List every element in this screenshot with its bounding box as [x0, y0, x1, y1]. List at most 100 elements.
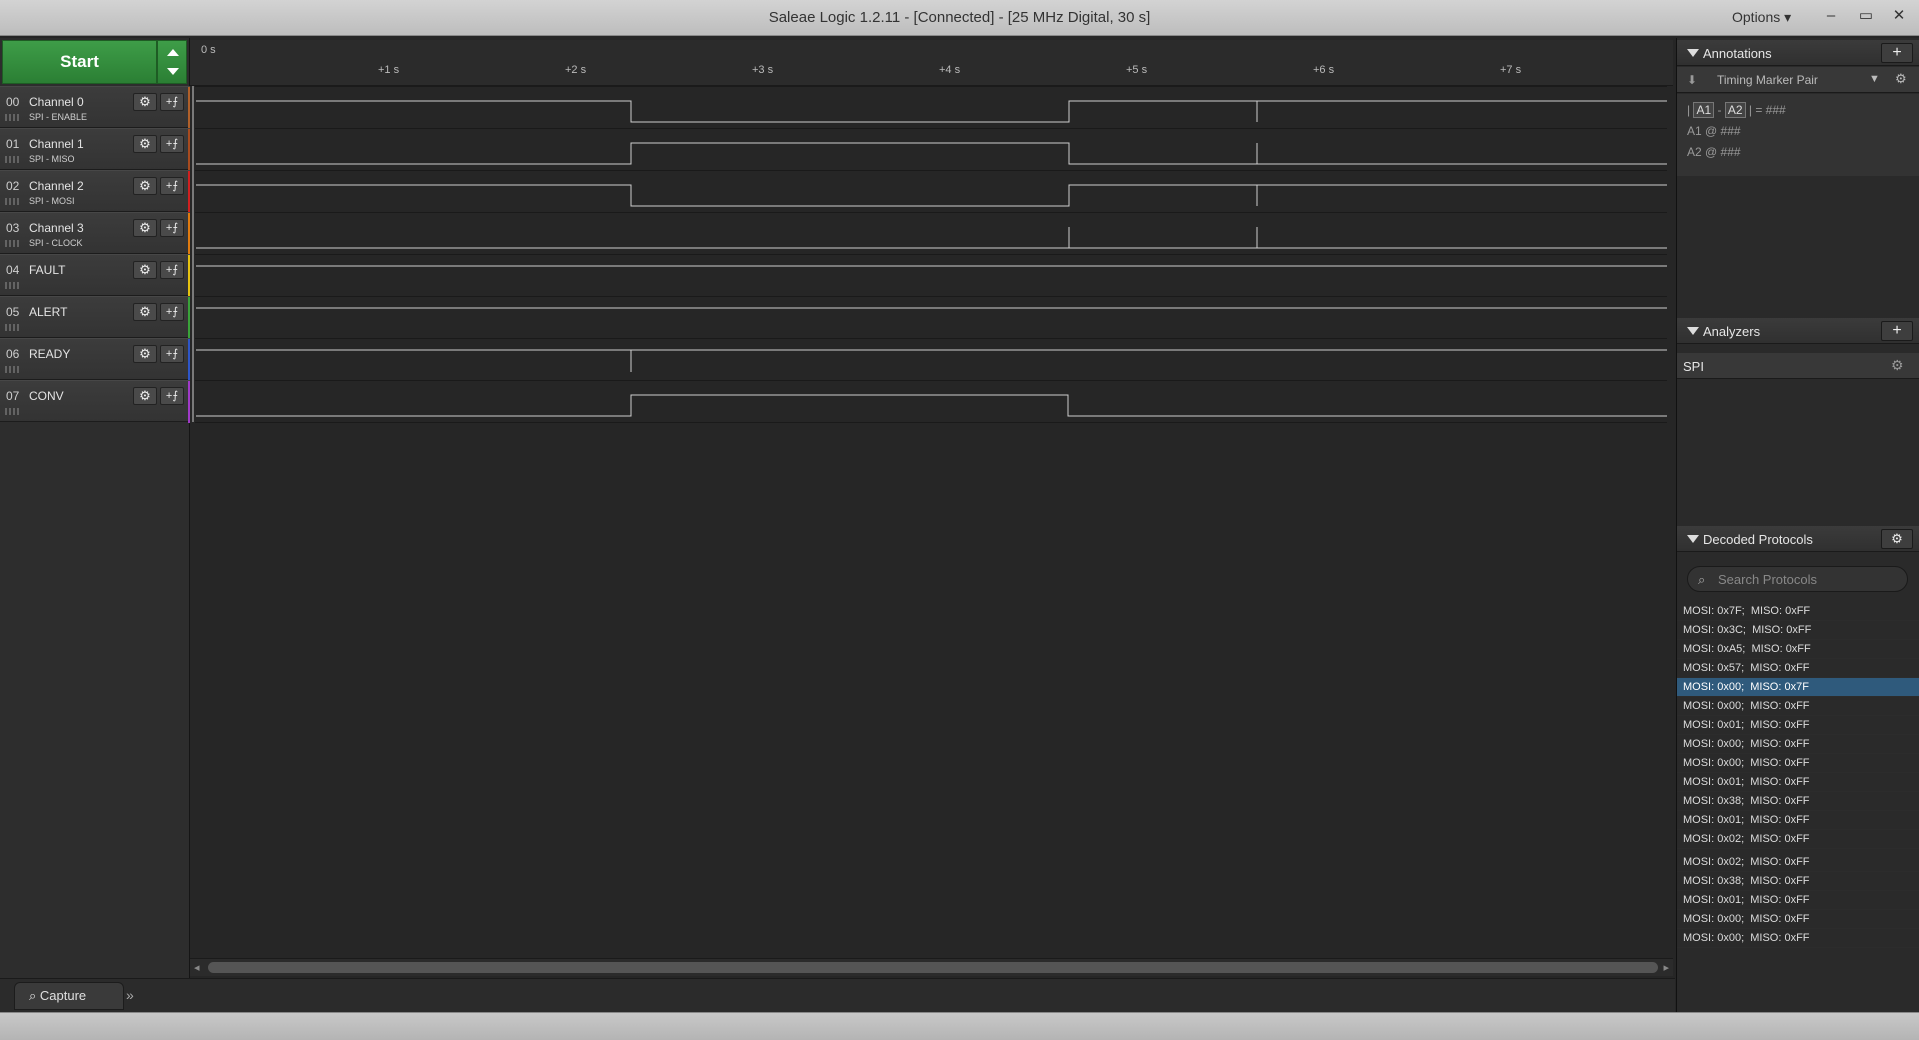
- annotations-header[interactable]: Annotations +: [1677, 40, 1919, 66]
- channel-name[interactable]: ALERT: [29, 305, 67, 319]
- gear-icon[interactable]: ⚙: [133, 219, 157, 237]
- scrollbar-thumb[interactable]: [208, 962, 1658, 973]
- decoded-protocol-row[interactable]: MOSI: 0x00; MISO: 0xFF: [1677, 735, 1919, 754]
- search-protocols-box[interactable]: ⌕: [1687, 566, 1908, 592]
- horizontal-scrollbar[interactable]: ◂ ▸: [190, 958, 1673, 976]
- decoded-protocol-row[interactable]: MOSI: 0x3C; MISO: 0xFF: [1677, 621, 1919, 640]
- drag-handle-icon[interactable]: [5, 240, 19, 247]
- decoded-protocol-row[interactable]: MOSI: 0x02; MISO: 0xFF: [1677, 853, 1919, 872]
- drag-handle-icon[interactable]: [5, 282, 19, 289]
- collapse-triangle-icon[interactable]: [1687, 49, 1699, 57]
- scroll-left-icon[interactable]: ◂: [194, 961, 200, 974]
- waveform-canvas[interactable]: [190, 38, 1673, 958]
- add-analyzer-button[interactable]: +: [1881, 321, 1913, 341]
- waveform-trace: [196, 394, 1667, 417]
- search-input[interactable]: [1716, 570, 1901, 588]
- channel-name[interactable]: FAULT: [29, 263, 65, 277]
- scroll-right-icon[interactable]: ▸: [1663, 961, 1669, 974]
- analyzers-header[interactable]: Analyzers +: [1677, 318, 1919, 344]
- channel-subtitle: SPI - MOSI: [29, 196, 75, 206]
- decoded-protocol-row[interactable]: MOSI: 0xA5; MISO: 0xFF: [1677, 640, 1919, 659]
- decoded-protocol-row[interactable]: MOSI: 0x00; MISO: 0xFF: [1677, 754, 1919, 773]
- a2-marker[interactable]: A2: [1724, 102, 1746, 118]
- gear-icon[interactable]: ⚙: [133, 177, 157, 195]
- add-annotation-button[interactable]: +: [1881, 43, 1913, 63]
- more-tabs-icon[interactable]: »: [126, 987, 134, 1003]
- waveform-area[interactable]: 0 s +1 s +2 s +3 s +4 s +5 s +6 s +7 s: [190, 38, 1673, 958]
- channel-row[interactable]: 04 FAULT ⚙ +⨍: [0, 254, 194, 297]
- drag-handle-icon[interactable]: [5, 198, 19, 205]
- bottom-tab-bar: ⌕ Capture »: [0, 978, 1675, 1012]
- decoded-protocols-title: Decoded Protocols: [1703, 532, 1813, 547]
- maximize-button[interactable]: ▭: [1855, 6, 1877, 26]
- decoded-protocol-row[interactable]: MOSI: 0x00; MISO: 0xFF: [1677, 929, 1919, 948]
- channel-row[interactable]: 03 Channel 3 SPI - CLOCK ⚙ +⨍: [0, 212, 194, 255]
- channel-row[interactable]: 01 Channel 1 SPI - MISO ⚙ +⨍: [0, 128, 194, 171]
- trigger-icon[interactable]: +⨍: [160, 135, 184, 153]
- trigger-icon[interactable]: +⨍: [160, 345, 184, 363]
- a2-position: A2 @ ###: [1687, 145, 1741, 159]
- gear-icon[interactable]: ⚙: [133, 135, 157, 153]
- decoded-protocols-header[interactable]: Decoded Protocols ⚙: [1677, 526, 1919, 552]
- timing-marker-pair-row[interactable]: ⬇ Timing Marker Pair ▼ ⚙: [1677, 67, 1919, 93]
- options-menu[interactable]: Options ▾: [1732, 9, 1791, 26]
- gear-icon[interactable]: ⚙: [1891, 357, 1904, 374]
- trigger-icon[interactable]: +⨍: [160, 387, 184, 405]
- gear-icon[interactable]: ⚙: [1895, 71, 1907, 87]
- drag-handle-icon[interactable]: [5, 366, 19, 373]
- dropdown-icon[interactable]: ▼: [1869, 73, 1880, 85]
- gear-icon[interactable]: ⚙: [133, 303, 157, 321]
- trigger-icon[interactable]: +⨍: [160, 93, 184, 111]
- channel-row[interactable]: 05 ALERT ⚙ +⨍: [0, 296, 194, 339]
- decoded-protocol-row[interactable]: MOSI: 0x00; MISO: 0x7F: [1677, 678, 1919, 697]
- drag-handle-icon[interactable]: [5, 324, 19, 331]
- channel-row[interactable]: 02 Channel 2 SPI - MOSI ⚙ +⨍: [0, 170, 194, 213]
- decoded-protocol-row[interactable]: MOSI: 0x01; MISO: 0xFF: [1677, 811, 1919, 830]
- drag-handle-icon[interactable]: [5, 156, 19, 163]
- trigger-icon[interactable]: +⨍: [160, 177, 184, 195]
- channel-name[interactable]: Channel 2: [29, 179, 84, 193]
- trigger-icon[interactable]: +⨍: [160, 261, 184, 279]
- start-button[interactable]: Start: [2, 40, 157, 84]
- trigger-icon[interactable]: +⨍: [160, 219, 184, 237]
- start-options-button[interactable]: [157, 40, 187, 84]
- channel-name[interactable]: Channel 0: [29, 95, 84, 109]
- decoded-protocol-row[interactable]: MOSI: 0x02; MISO: 0xFF: [1677, 830, 1919, 849]
- down-arrow-icon: [167, 68, 179, 75]
- tab-capture[interactable]: ⌕ Capture: [14, 982, 124, 1010]
- decoded-protocol-row[interactable]: MOSI: 0x01; MISO: 0xFF: [1677, 716, 1919, 735]
- a1-marker[interactable]: A1: [1693, 102, 1715, 118]
- gear-icon[interactable]: ⚙: [133, 387, 157, 405]
- decoded-protocol-row[interactable]: MOSI: 0x01; MISO: 0xFF: [1677, 773, 1919, 792]
- decoded-protocol-row[interactable]: MOSI: 0x38; MISO: 0xFF: [1677, 872, 1919, 891]
- trigger-icon[interactable]: +⨍: [160, 303, 184, 321]
- gear-icon[interactable]: ⚙: [133, 93, 157, 111]
- decoded-protocol-list[interactable]: MOSI: 0x7F; MISO: 0xFF MOSI: 0x3C; MISO: …: [1677, 602, 1919, 1002]
- collapse-triangle-icon[interactable]: [1687, 535, 1699, 543]
- drag-handle-icon[interactable]: [5, 114, 19, 121]
- decoded-protocol-row[interactable]: MOSI: 0x57; MISO: 0xFF: [1677, 659, 1919, 678]
- channel-name[interactable]: CONV: [29, 389, 64, 403]
- channel-row[interactable]: 06 READY ⚙ +⨍: [0, 338, 194, 381]
- close-button[interactable]: ✕: [1888, 6, 1910, 26]
- collapse-triangle-icon[interactable]: [1687, 327, 1699, 335]
- channel-number: 07: [6, 389, 20, 403]
- gear-icon[interactable]: ⚙: [133, 345, 157, 363]
- channel-subtitle: SPI - MISO: [29, 154, 75, 164]
- decoded-protocol-row[interactable]: MOSI: 0x38; MISO: 0xFF: [1677, 792, 1919, 811]
- channel-row[interactable]: 00 Channel 0 SPI - ENABLE ⚙ +⨍: [0, 86, 194, 129]
- analyzer-item-spi[interactable]: SPI ⚙: [1677, 353, 1919, 379]
- channel-name[interactable]: Channel 1: [29, 137, 84, 151]
- channel-name[interactable]: Channel 3: [29, 221, 84, 235]
- decoded-protocol-row[interactable]: MOSI: 0x01; MISO: 0xFF: [1677, 891, 1919, 910]
- channel-row[interactable]: 07 CONV ⚙ +⨍: [0, 380, 194, 423]
- tab-capture-label: Capture: [39, 988, 87, 1003]
- gear-icon[interactable]: ⚙: [1881, 529, 1913, 549]
- decoded-protocol-row[interactable]: MOSI: 0x7F; MISO: 0xFF: [1677, 602, 1919, 621]
- decoded-protocol-row[interactable]: MOSI: 0x00; MISO: 0xFF: [1677, 697, 1919, 716]
- decoded-protocol-row[interactable]: MOSI: 0x00; MISO: 0xFF: [1677, 910, 1919, 929]
- minimize-button[interactable]: –: [1820, 6, 1842, 26]
- drag-handle-icon[interactable]: [5, 408, 19, 415]
- channel-name[interactable]: READY: [29, 347, 70, 361]
- gear-icon[interactable]: ⚙: [133, 261, 157, 279]
